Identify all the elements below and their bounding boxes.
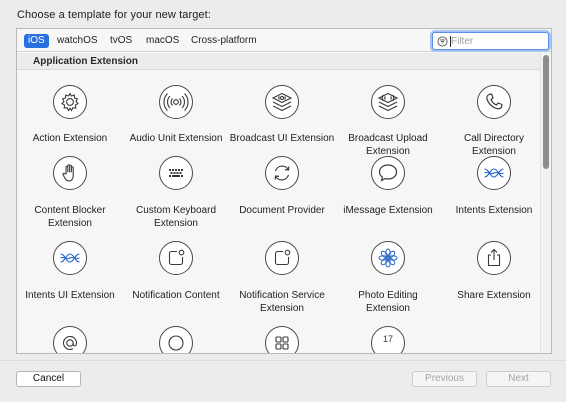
section-header: Application Extension <box>17 53 541 70</box>
template-notification-service-extension[interactable]: Notification Service Extension <box>229 241 335 326</box>
template-label: Call Directory Extension <box>463 133 524 157</box>
tab-cross-platform[interactable]: Cross-platform <box>187 34 261 48</box>
template-intents-extension[interactable]: Intents Extension <box>441 156 547 241</box>
tab-watchos[interactable]: watchOS <box>53 34 102 48</box>
template-photo-editing-extension[interactable]: Photo Editing Extension <box>335 241 441 326</box>
calendar-icon: 17 <box>371 326 405 353</box>
broadcast-upload-icon <box>371 85 405 119</box>
refresh-arrows-icon <box>265 156 299 190</box>
template-label: Document Provider <box>239 205 325 216</box>
cancel-button[interactable]: Cancel <box>16 371 81 387</box>
template-broadcast-ui-extension[interactable]: Broadcast UI Extension <box>229 71 335 156</box>
template-broadcast-upload-extension[interactable]: Broadcast Upload Extension <box>335 71 441 157</box>
template-intents-ui-extension[interactable]: Intents UI Extension <box>17 241 123 326</box>
template-label: Notification Content <box>132 290 220 301</box>
share-icon <box>477 241 511 275</box>
grid-icon <box>265 326 299 353</box>
template-label: Custom Keyboard Extension <box>135 205 217 229</box>
template-grid: Action Extension Audio Unit Extension Br… <box>17 71 541 353</box>
divider <box>0 360 566 361</box>
audio-waves-icon <box>159 85 193 119</box>
tab-ios[interactable]: iOS <box>24 34 49 48</box>
template-share-extension[interactable]: Share Extension <box>441 241 547 326</box>
previous-button[interactable]: Previous <box>412 371 477 387</box>
template-label: Broadcast Upload Extension <box>348 133 428 157</box>
template-label: iMessage Extension <box>343 205 433 216</box>
filter-icon <box>437 36 448 47</box>
template-label: Broadcast UI Extension <box>229 133 335 144</box>
circle-icon <box>159 326 193 353</box>
template-call-directory-extension[interactable]: Call Directory Extension <box>441 71 547 157</box>
notification-icon <box>159 241 193 275</box>
template-panel: iOS watchOS tvOS macOS Cross-platform Ap… <box>16 28 552 354</box>
phone-icon <box>477 85 511 119</box>
template-document-provider[interactable]: Document Provider <box>229 156 335 241</box>
broadcast-stack-icon <box>265 85 299 119</box>
hand-icon <box>53 156 87 190</box>
photo-flower-icon <box>371 241 405 275</box>
template-notification-content[interactable]: Notification Content <box>123 241 229 326</box>
template-label: Intents Extension <box>455 205 533 216</box>
scrollbar-thumb[interactable] <box>543 55 549 169</box>
filter-field[interactable] <box>432 32 549 50</box>
vertical-scrollbar[interactable] <box>540 53 551 353</box>
template-label: Share Extension <box>457 290 531 301</box>
template-label: Notification Service Extension <box>239 290 325 314</box>
template-item[interactable] <box>17 326 123 353</box>
template-item[interactable] <box>229 326 335 353</box>
template-label: Photo Editing Extension <box>358 290 418 314</box>
intents-waves-icon <box>477 156 511 190</box>
tab-tvos[interactable]: tvOS <box>106 34 136 48</box>
next-button[interactable]: Next <box>486 371 551 387</box>
notification-service-icon <box>265 241 299 275</box>
keyboard-icon <box>159 156 193 190</box>
template-action-extension[interactable]: Action Extension <box>17 71 123 156</box>
template-label: Content Blocker Extension <box>34 205 106 229</box>
template-item[interactable]: 17 <box>335 326 441 353</box>
at-sign-icon <box>53 326 87 353</box>
template-content-blocker-extension[interactable]: Content Blocker Extension <box>17 156 123 241</box>
prompt-title: Choose a template for your new target: <box>17 9 211 21</box>
template-label: Action Extension <box>32 133 108 144</box>
template-label: Intents UI Extension <box>25 290 115 301</box>
template-custom-keyboard-extension[interactable]: Custom Keyboard Extension <box>123 156 229 241</box>
template-audio-unit-extension[interactable]: Audio Unit Extension <box>123 71 229 156</box>
calendar-day: 17 <box>383 334 393 344</box>
template-item[interactable] <box>123 326 229 353</box>
filter-input[interactable] <box>451 34 545 48</box>
tab-macos[interactable]: macOS <box>142 34 183 48</box>
intents-ui-waves-icon <box>53 241 87 275</box>
template-label: Audio Unit Extension <box>129 133 223 144</box>
gear-icon <box>53 85 87 119</box>
platform-tabbar: iOS watchOS tvOS macOS Cross-platform <box>17 29 551 52</box>
template-imessage-extension[interactable]: iMessage Extension <box>335 156 441 241</box>
speech-bubble-icon <box>371 156 405 190</box>
